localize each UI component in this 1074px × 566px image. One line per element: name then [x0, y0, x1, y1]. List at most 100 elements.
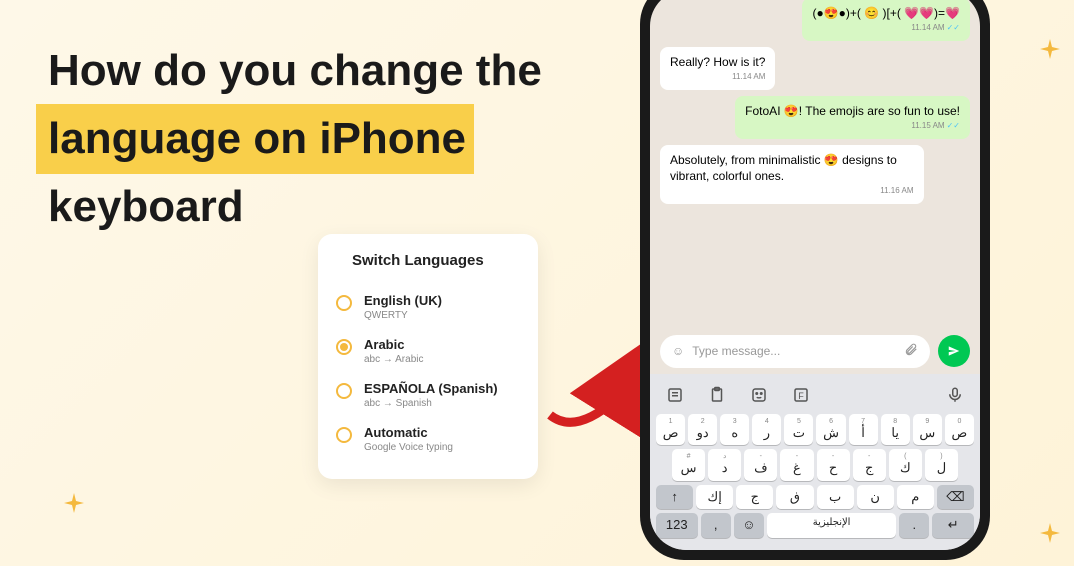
headline-line1: How do you change the — [48, 38, 542, 104]
key-superscript: 0 — [946, 418, 973, 425]
key-label: س — [673, 460, 704, 476]
font-icon[interactable]: F — [790, 384, 812, 406]
key-superscript: 8 — [882, 418, 909, 425]
switch-languages-title: Switch Languages — [336, 252, 520, 269]
keyboard-key[interactable]: . — [899, 513, 929, 538]
key-label: ت — [785, 425, 812, 441]
keyboard-key[interactable]: ) ل — [925, 449, 958, 481]
keyboard-key[interactable]: ⌫ — [937, 485, 974, 510]
key-label: ك — [890, 460, 921, 476]
keyboard-key[interactable]: 0 ص — [945, 414, 974, 446]
key-superscript: 1 — [657, 418, 684, 425]
keyboard-key[interactable]: - ج — [853, 449, 886, 481]
key-label: ح — [818, 460, 849, 476]
attachment-icon[interactable] — [904, 343, 918, 360]
keyboard-key[interactable]: ب — [817, 485, 854, 510]
keyboard-key[interactable]: # س — [672, 449, 705, 481]
keyboard-key[interactable]: الإنجليزية — [767, 513, 896, 538]
keyboard-key[interactable]: ↵ — [932, 513, 974, 538]
key-superscript: د — [709, 453, 740, 460]
radio-icon — [336, 339, 352, 355]
sparkle-icon — [62, 490, 86, 514]
message-incoming: Absolutely, from minimalistic 😍 designs … — [660, 145, 924, 204]
key-superscript: 3 — [721, 418, 748, 425]
svg-text:F: F — [798, 390, 804, 400]
language-option[interactable]: Arabic abc → Arabic — [336, 329, 520, 373]
keyboard-key[interactable]: د د — [708, 449, 741, 481]
sticker-icon[interactable] — [748, 384, 770, 406]
keyboard: F 1 ص 2 دو 3 ه 4 ر 5 ت 6 ش 7 أ 8 يا 9 س … — [650, 374, 980, 550]
key-label: ڧ — [777, 489, 812, 505]
keyboard-key[interactable]: 9 س — [913, 414, 942, 446]
mic-icon[interactable] — [944, 384, 966, 406]
radio-icon — [336, 383, 352, 399]
key-superscript: 2 — [689, 418, 716, 425]
emoji-picker-icon[interactable]: ☺ — [672, 344, 684, 358]
text-tool-icon[interactable] — [664, 384, 686, 406]
keyboard-key[interactable]: ↑ — [656, 485, 693, 510]
keyboard-key[interactable]: 8 يا — [881, 414, 910, 446]
message-incoming: Really? How is it? 11.14 AM — [660, 47, 775, 90]
message-time: 11.14 AM✓✓ — [812, 23, 960, 34]
key-label: ⌫ — [938, 489, 973, 505]
keyboard-row-4: 123 , ☺ الإنجليزية . ↵ — [654, 513, 976, 538]
key-label: غ — [781, 460, 812, 476]
message-input[interactable]: ☺ Type message... — [660, 335, 930, 368]
keyboard-key[interactable]: 6 ش — [816, 414, 845, 446]
key-label: س — [914, 425, 941, 441]
clipboard-icon[interactable] — [706, 384, 728, 406]
keyboard-key[interactable]: ڧ — [776, 485, 813, 510]
phone-mockup: (●😍●)+( 😊 )[+( 💗💗)=💗 11.14 AM✓✓ Really? H… — [640, 0, 990, 560]
key-label: دو — [689, 425, 716, 441]
key-label: أ — [850, 425, 877, 441]
keyboard-key[interactable]: إك — [696, 485, 733, 510]
key-label: ↑ — [657, 489, 692, 505]
headline-line2: language on iPhone — [36, 104, 474, 174]
keyboard-key[interactable]: , — [701, 513, 731, 538]
key-superscript: ) — [926, 453, 957, 460]
keyboard-key[interactable]: 2 دو — [688, 414, 717, 446]
sparkle-icon — [1038, 520, 1062, 544]
keyboard-key[interactable]: 123 — [656, 513, 698, 538]
keyboard-row-1: 1 ص 2 دو 3 ه 4 ر 5 ت 6 ش 7 أ 8 يا 9 س 0 … — [654, 414, 976, 446]
chat-area: (●😍●)+( 😊 )[+( 💗💗)=💗 11.14 AM✓✓ Really? H… — [650, 0, 980, 329]
keyboard-key[interactable]: ☺ — [734, 513, 764, 538]
language-subtitle: abc → Spanish — [364, 398, 498, 409]
key-label: . — [900, 517, 928, 533]
keyboard-row-3: ↑ إك ج ڧ ب ن م ⌫ — [654, 485, 976, 510]
key-label: ب — [818, 489, 853, 505]
key-label: إك — [697, 489, 732, 505]
language-option[interactable]: ESPAÑOLA (Spanish) abc → Spanish — [336, 373, 520, 417]
keyboard-key[interactable]: - ح — [817, 449, 850, 481]
keyboard-row-2: # س د د - ف - غ - ح - ج ( ك ) ل — [654, 449, 976, 481]
key-label: ل — [926, 460, 957, 476]
keyboard-key[interactable]: - ف — [744, 449, 777, 481]
switch-languages-card: Switch Languages English (UK) QWERTY Ara… — [318, 234, 538, 479]
key-superscript: - — [781, 453, 812, 460]
language-option[interactable]: Automatic Google Voice typing — [336, 417, 520, 461]
message-text: (●😍●)+( 😊 )[+( 💗💗)=💗 — [812, 5, 960, 21]
keyboard-key[interactable]: - غ — [780, 449, 813, 481]
message-placeholder: Type message... — [692, 344, 780, 358]
keyboard-key[interactable]: ن — [857, 485, 894, 510]
keyboard-key[interactable]: 3 ه — [720, 414, 749, 446]
keyboard-key[interactable]: ( ك — [889, 449, 922, 481]
keyboard-key[interactable]: 4 ر — [752, 414, 781, 446]
send-button[interactable] — [938, 335, 970, 367]
message-text: Really? How is it? — [670, 54, 765, 70]
keyboard-key[interactable]: ج — [736, 485, 773, 510]
keyboard-key[interactable]: م — [897, 485, 934, 510]
key-superscript: 9 — [914, 418, 941, 425]
key-label: ج — [854, 460, 885, 476]
message-input-bar: ☺ Type message... — [650, 329, 980, 374]
language-subtitle: abc → Arabic — [364, 354, 423, 365]
key-label: م — [898, 489, 933, 505]
message-text: Absolutely, from minimalistic 😍 designs … — [670, 152, 914, 184]
key-label: الإنجليزية — [768, 517, 895, 529]
keyboard-key[interactable]: 1 ص — [656, 414, 685, 446]
keyboard-key[interactable]: 7 أ — [849, 414, 878, 446]
keyboard-key[interactable]: 5 ت — [784, 414, 813, 446]
key-label: د — [709, 460, 740, 476]
keyboard-toolbar: F — [654, 380, 976, 414]
language-option[interactable]: English (UK) QWERTY — [336, 285, 520, 329]
